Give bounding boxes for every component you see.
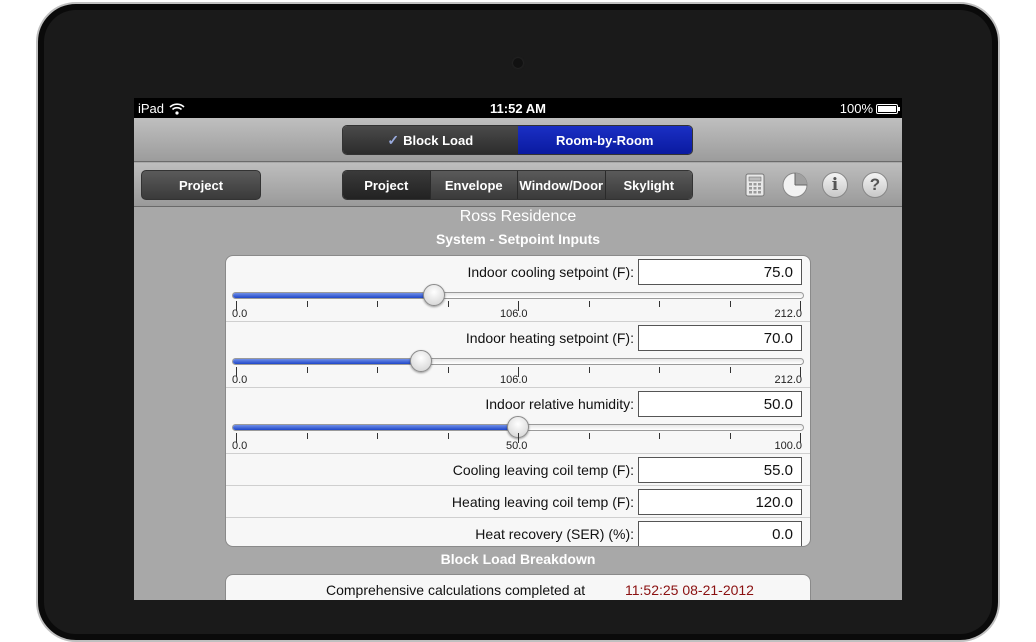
slider-tick xyxy=(236,433,237,443)
slider-mid-label: 106.0 xyxy=(500,374,528,386)
heat-recovery-field[interactable]: 0.0 xyxy=(638,521,802,546)
battery-icon xyxy=(876,103,900,114)
slider-max-label: 212.0 xyxy=(774,308,802,320)
slider-tick xyxy=(800,433,801,443)
input-row-relative-humidity: Indoor relative humidity: 50.0 0.0 50.0 … xyxy=(226,388,810,454)
slider-track[interactable] xyxy=(232,292,804,299)
cooling-coil-field[interactable]: 55.0 xyxy=(638,457,802,483)
breakdown-title: Block Load Breakdown xyxy=(440,551,596,567)
setpoint-inputs-panel: Indoor cooling setpoint (F): 75.0 0.0 10… xyxy=(225,255,811,547)
mode-segmented-control: ✓ Block Load Room-by-Room xyxy=(342,125,693,155)
navigation-toolbar: Project Project Envelope Window/Door Sky… xyxy=(134,163,902,207)
slider-tick xyxy=(447,301,449,307)
slider-tick xyxy=(588,433,590,439)
slider-tick xyxy=(659,367,660,373)
checkmark-icon: ✓ xyxy=(387,131,400,148)
input-label: Heating leaving coil temp (F): xyxy=(451,494,634,510)
relative-humidity-field[interactable]: 50.0 xyxy=(638,391,802,417)
slider-min-label: 0.0 xyxy=(232,308,248,320)
slider-thumb[interactable] xyxy=(423,284,446,306)
slider-tick xyxy=(659,301,660,307)
tab-envelope[interactable]: Envelope xyxy=(430,171,518,199)
calculation-timestamp: 11:52:25 08-21-2012 xyxy=(625,582,754,598)
slider-tick xyxy=(306,301,308,307)
info-icon[interactable]: i xyxy=(822,172,848,198)
slider-tick xyxy=(236,301,237,311)
slider-tick xyxy=(800,301,801,311)
slider-mid-label: 50.0 xyxy=(506,440,528,452)
slider-tick xyxy=(729,301,731,307)
slider-tick xyxy=(236,367,237,377)
tab-block-load-label: Block Load xyxy=(403,132,474,148)
slider-track[interactable] xyxy=(232,358,804,365)
slider-tick xyxy=(588,301,590,307)
breakdown-panel: Comprehensive calculations completed at … xyxy=(225,574,811,600)
input-row-heating-coil: Heating leaving coil temp (F): 120.0 xyxy=(226,486,810,518)
slider-tick xyxy=(377,301,378,307)
slider-tick xyxy=(518,301,519,311)
heating-setpoint-field[interactable]: 70.0 xyxy=(638,325,802,351)
slider-tick xyxy=(659,433,660,439)
slider-tick xyxy=(377,433,378,439)
pie-chart-icon[interactable] xyxy=(782,172,808,198)
section-tabs: Project Envelope Window/Door Skylight xyxy=(342,170,693,200)
tab-skylight[interactable]: Skylight xyxy=(605,171,692,199)
input-label: Indoor heating setpoint (F): xyxy=(465,330,634,346)
slider-tick xyxy=(377,367,378,373)
project-button[interactable]: Project xyxy=(141,170,261,200)
calculation-status-label: Comprehensive calculations completed at xyxy=(326,582,586,598)
input-row-heat-recovery: Heat recovery (SER) (%): 0.0 xyxy=(226,518,810,546)
project-name: Ross Residence xyxy=(459,208,577,225)
tab-room-by-room[interactable]: Room-by-Room xyxy=(517,126,692,154)
front-camera xyxy=(513,58,523,68)
slider-tick xyxy=(518,367,519,377)
slider-tick xyxy=(306,367,308,373)
mode-bar: ✓ Block Load Room-by-Room xyxy=(134,118,902,162)
help-icon[interactable]: ? xyxy=(862,172,888,198)
input-label: Indoor cooling setpoint (F): xyxy=(467,264,634,280)
input-row-heating-setpoint: Indoor heating setpoint (F): 70.0 0.0 10… xyxy=(226,322,810,388)
slider-tick xyxy=(729,433,731,439)
slider-max-label: 100.0 xyxy=(774,440,802,452)
app-screen: iPad 11:52 AM 100% ✓ Block Load Room-by-… xyxy=(134,98,902,600)
tab-room-by-room-label: Room-by-Room xyxy=(556,132,654,148)
slider-tick xyxy=(447,433,449,439)
input-label: Heat recovery (SER) (%): xyxy=(475,526,634,542)
slider-tick xyxy=(800,367,801,377)
heating-coil-field[interactable]: 120.0 xyxy=(638,489,802,515)
input-row-cooling-coil: Cooling leaving coil temp (F): 55.0 xyxy=(226,454,810,486)
input-row-cooling-setpoint: Indoor cooling setpoint (F): 75.0 0.0 10… xyxy=(226,256,810,322)
cooling-setpoint-field[interactable]: 75.0 xyxy=(638,259,802,285)
slider-min-label: 0.0 xyxy=(232,374,248,386)
battery-percent: 100% xyxy=(839,101,873,116)
status-bar: iPad 11:52 AM 100% xyxy=(134,98,902,118)
section-title: System - Setpoint Inputs xyxy=(435,231,601,247)
calculator-icon[interactable] xyxy=(742,172,768,198)
slider-mid-label: 106.0 xyxy=(500,308,528,320)
tab-project[interactable]: Project xyxy=(343,171,431,199)
input-label: Indoor relative humidity: xyxy=(485,396,634,412)
status-time: 11:52 AM xyxy=(490,101,546,116)
slider-max-label: 212.0 xyxy=(774,374,802,386)
slider-tick xyxy=(447,367,449,373)
slider-tick xyxy=(518,433,519,443)
slider-tick xyxy=(729,367,731,373)
slider-min-label: 0.0 xyxy=(232,440,248,452)
tab-block-load[interactable]: ✓ Block Load xyxy=(343,126,518,154)
slider-tick xyxy=(588,367,590,373)
tab-window-door[interactable]: Window/Door xyxy=(518,171,606,199)
input-label: Cooling leaving coil temp (F): xyxy=(452,462,634,478)
slider-tick xyxy=(306,433,308,439)
slider-thumb[interactable] xyxy=(409,350,432,372)
